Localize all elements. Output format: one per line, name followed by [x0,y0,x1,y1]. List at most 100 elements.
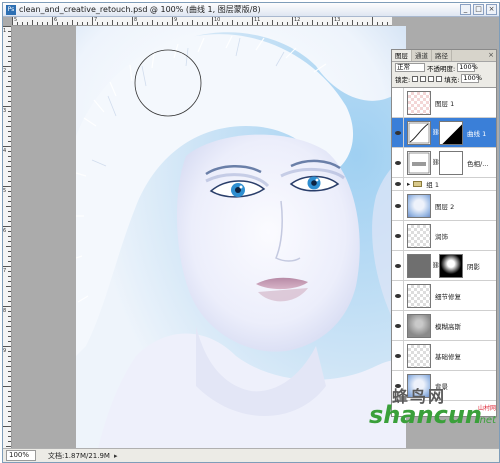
group-expand-arrow-icon[interactable]: ▸ [407,180,410,188]
ruler-tick [8,56,11,57]
ruler-tick [3,26,11,27]
ruler-tick [142,22,143,25]
visibility-eye-icon[interactable] [392,118,404,147]
visibility-eye-icon[interactable] [392,178,404,190]
ruler-tick [27,22,28,25]
layer-thumbnail[interactable] [407,150,431,175]
ruler-tick [8,316,11,317]
ruler-tick [8,176,11,177]
ruler-label: 6 [3,228,7,234]
layer-mask-thumbnail[interactable] [439,253,463,278]
layer-thumbnail[interactable] [407,193,431,218]
ruler-tick [6,206,11,207]
ruler-tick [322,22,323,25]
ruler-horizontal[interactable]: 5 6 7 8 9 10 11 12 13 [12,17,392,26]
layer-name: 阴影 [467,262,480,271]
maximize-button[interactable]: □ [473,4,484,15]
ruler-tick [8,136,11,137]
lock-label: 锁定: [395,75,411,84]
lock-transparency-icon[interactable] [412,75,419,82]
layer-row[interactable]: 细节修复 [392,281,496,311]
ruler-tick [8,81,11,82]
lock-position-icon[interactable] [428,75,435,82]
ruler-tick [262,22,263,25]
ruler-tick [72,20,73,25]
layer-name: 组 1 [426,181,439,189]
eye-glyph [394,130,401,135]
ruler-tick [352,20,353,25]
ruler-label: 1 [3,28,7,34]
ruler-label: 8 [134,17,138,23]
status-menu-arrow-icon[interactable]: ▸ [114,452,118,460]
close-button[interactable]: × [486,4,497,15]
layer-row[interactable]: ⛓ 阴影 [392,251,496,281]
blend-mode-select[interactable]: 正常 [395,63,425,72]
mask-link-icon[interactable]: ⛓ [432,262,440,269]
ruler-tick [8,411,11,412]
layer-row[interactable]: ▸ 组 1 [392,178,496,191]
fill-field[interactable]: 100% [461,74,482,83]
layer-thumbnail[interactable] [407,120,431,145]
ruler-tick [8,51,11,52]
layer-row[interactable]: 图层 2 [392,191,496,221]
document-size: 文档:1.87M/21.9M [48,451,110,460]
layer-row[interactable]: ⛓ 色相/... [392,148,496,178]
ruler-vertical[interactable]: 1 2 3 4 5 6 7 8 9 [3,26,12,448]
ruler-tick [8,161,11,162]
ruler-label: 12 [294,17,301,23]
layers-panel: 图层 通道 路径 × 正常 不透明度: 100% 锁定: 填充: 100% 图层 1 ⛓… [391,49,497,417]
layer-row[interactable]: 图层 1 [392,88,496,118]
visibility-eye-icon[interactable] [392,191,404,220]
layer-row[interactable]: 润饰 [392,221,496,251]
zoom-field[interactable]: 100% [6,450,36,461]
layer-name: 基础修复 [435,352,461,361]
layer-thumbnail[interactable] [407,90,431,115]
opacity-field[interactable]: 100% [457,63,478,72]
mask-link-icon[interactable]: ⛓ [432,129,440,136]
panel-tab[interactable]: 图层 [392,50,412,61]
layer-row[interactable]: 基础修复 [392,341,496,371]
ruler-tick [8,96,11,97]
visibility-eye-icon[interactable] [392,251,404,280]
layer-thumbnail[interactable] [407,253,431,278]
layer-mask-thumbnail[interactable] [439,120,463,145]
ruler-tick [8,31,11,32]
visibility-eye-icon[interactable] [392,221,404,250]
visibility-eye-icon[interactable] [392,341,404,370]
ruler-tick [3,186,11,187]
visibility-eye-icon[interactable] [392,311,404,340]
layer-thumbnail[interactable] [407,313,431,338]
ruler-tick [8,121,11,122]
visibility-eye-icon[interactable] [392,281,404,310]
ruler-tick [8,356,11,357]
layer-thumbnail[interactable] [407,223,431,248]
ruler-tick [227,22,228,25]
ruler-label: 10 [214,17,221,23]
ruler-label: 5 [14,17,18,23]
ruler-tick [3,346,11,347]
panel-tab[interactable]: 路径 [432,50,452,61]
lock-all-icon[interactable] [436,75,443,82]
ruler-tick [8,311,11,312]
ruler-tick [77,22,78,25]
title-bar[interactable]: Ps clean_and_creative_retouch.psd @ 100%… [3,3,499,17]
lock-image-icon[interactable] [420,75,427,82]
panel-close-icon[interactable]: × [488,51,494,60]
layer-thumbnail[interactable] [407,343,431,368]
layer-row[interactable]: ⛓ 曲线 1 [392,118,496,148]
ruler-tick [3,226,11,227]
ruler-tick [8,421,11,422]
visibility-eye-icon[interactable] [392,148,404,177]
ruler-tick [6,366,11,367]
panel-tab[interactable]: 通道 [412,50,432,61]
ruler-tick [312,20,313,25]
ruler-tick [3,66,11,67]
layer-thumbnail[interactable] [407,283,431,308]
minimize-button[interactable]: _ [460,4,471,15]
visibility-eye-icon[interactable] [392,88,404,117]
layer-mask-thumbnail[interactable] [439,150,463,175]
portrait-photo[interactable] [76,26,406,448]
layer-row[interactable]: 模糊高斯 [392,311,496,341]
mask-link-icon[interactable]: ⛓ [432,159,440,166]
layer-name: 润饰 [435,232,448,241]
